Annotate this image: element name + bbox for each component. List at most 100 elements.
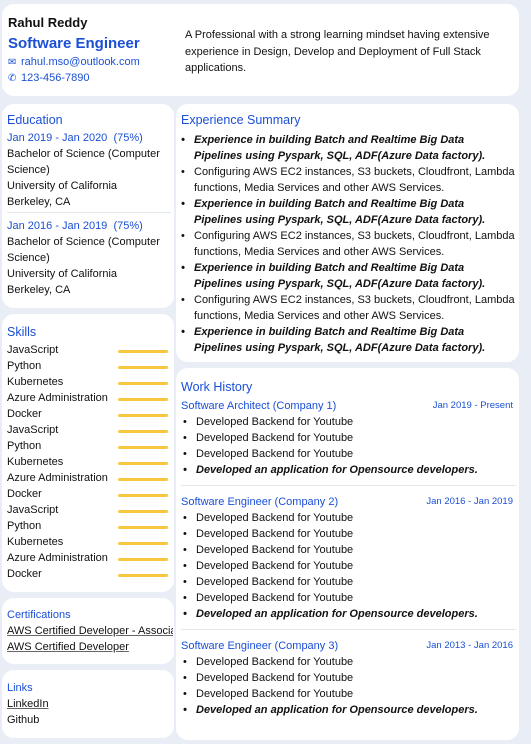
skill-level-bar bbox=[118, 542, 168, 545]
experience-item: Configuring AWS EC2 instances, S3 bucket… bbox=[179, 292, 515, 324]
job-bullet: Developed Backend for Youtube bbox=[181, 590, 516, 606]
skill-level-bar bbox=[118, 430, 168, 433]
job-bullet: Developed Backend for Youtube bbox=[181, 574, 516, 590]
work-history-card: Work History Software Architect (Company… bbox=[176, 368, 519, 740]
skill-label: Kubernetes bbox=[7, 536, 64, 548]
phone-icon: ✆ bbox=[8, 73, 17, 84]
skill-item: Python bbox=[2, 518, 174, 534]
candidate-role: Software Engineer bbox=[8, 35, 140, 52]
job-entry: Software Architect (Company 1) Jan 2019 -… bbox=[181, 398, 516, 478]
envelope-icon: ✉ bbox=[8, 57, 17, 68]
job-title: Software Engineer (Company 3) bbox=[181, 640, 339, 652]
job-highlight: Developed an application for Opensource … bbox=[181, 702, 516, 718]
experience-item: Experience in building Batch and Realtim… bbox=[179, 132, 515, 164]
certifications-card: Certifications AWS Certified Developer -… bbox=[2, 598, 174, 664]
job-entry: Software Engineer (Company 3) Jan 2013 - … bbox=[181, 638, 516, 718]
experience-item: Configuring AWS EC2 instances, S3 bucket… bbox=[179, 228, 515, 260]
skill-level-bar bbox=[118, 574, 168, 577]
education-dates: Jan 2019 - Jan 2020 (75%) bbox=[7, 132, 143, 144]
skill-label: JavaScript bbox=[7, 424, 59, 436]
job-bullets: Developed Backend for YoutubeDeveloped B… bbox=[181, 510, 516, 622]
job-title: Software Engineer (Company 2) bbox=[181, 496, 339, 508]
skill-level-bar bbox=[118, 382, 168, 385]
certification-link[interactable]: AWS Certified Developer bbox=[7, 639, 173, 655]
job-entry: Software Engineer (Company 2) Jan 2016 - … bbox=[181, 494, 516, 622]
skill-level-bar bbox=[118, 478, 168, 481]
job-bullets: Developed Backend for YoutubeDeveloped B… bbox=[181, 414, 516, 478]
links-title: Links bbox=[7, 682, 33, 694]
education-location: Berkeley, CA bbox=[7, 196, 71, 208]
experience-list: Experience in building Batch and Realtim… bbox=[179, 132, 515, 356]
job-title: Software Architect (Company 1) bbox=[181, 400, 337, 412]
phone-link[interactable]: ✆ 123-456-7890 bbox=[8, 72, 90, 84]
skill-label: Docker bbox=[7, 488, 42, 500]
skill-item: Python bbox=[2, 438, 174, 454]
skill-level-bar bbox=[118, 398, 168, 401]
skills-title: Skills bbox=[7, 325, 37, 339]
experience-item: Configuring AWS EC2 instances, S3 bucket… bbox=[179, 164, 515, 196]
skill-label: Python bbox=[7, 520, 42, 532]
skill-label: Azure Administration bbox=[7, 392, 108, 404]
header-card: Rahul Reddy Software Engineer ✉ rahul.mso… bbox=[2, 4, 519, 96]
skill-level-bar bbox=[118, 462, 168, 465]
skill-level-bar bbox=[118, 366, 168, 369]
experience-title: Experience Summary bbox=[181, 113, 301, 127]
skill-level-bar bbox=[118, 494, 168, 497]
job-bullet: Developed Backend for Youtube bbox=[181, 526, 516, 542]
job-bullet: Developed Backend for Youtube bbox=[181, 430, 516, 446]
experience-item: Experience in building Batch and Realtim… bbox=[179, 196, 515, 228]
job-bullet: Developed Backend for Youtube bbox=[181, 414, 516, 430]
github-link[interactable]: Github bbox=[7, 712, 49, 728]
links-card: Links LinkedIn Github bbox=[2, 670, 174, 738]
job-bullet: Developed Backend for Youtube bbox=[181, 446, 516, 462]
skill-label: Kubernetes bbox=[7, 376, 64, 388]
job-bullet: Developed Backend for Youtube bbox=[181, 558, 516, 574]
skill-label: Kubernetes bbox=[7, 456, 64, 468]
education-degree: Bachelor of Science (Computer Science) bbox=[7, 236, 160, 264]
skill-level-bar bbox=[118, 414, 168, 417]
profile-summary: A Professional with a strong learning mi… bbox=[185, 29, 490, 74]
divider bbox=[181, 485, 516, 486]
skill-level-bar bbox=[118, 350, 168, 353]
email-text: rahul.mso@outlook.com bbox=[21, 56, 140, 68]
candidate-name: Rahul Reddy bbox=[8, 15, 88, 30]
skill-label: Python bbox=[7, 360, 42, 372]
skill-item: JavaScript bbox=[2, 502, 174, 518]
job-bullet: Developed Backend for Youtube bbox=[181, 686, 516, 702]
skill-label: Python bbox=[7, 440, 42, 452]
certification-link[interactable]: AWS Certified Developer - Associate bbox=[7, 623, 173, 639]
phone-text: 123-456-7890 bbox=[21, 72, 90, 84]
job-bullet: Developed Backend for Youtube bbox=[181, 654, 516, 670]
education-school: University of California bbox=[7, 180, 118, 192]
job-bullet: Developed Backend for Youtube bbox=[181, 542, 516, 558]
skill-item: Docker bbox=[2, 486, 174, 502]
skill-item: JavaScript bbox=[2, 422, 174, 438]
skill-label: Docker bbox=[7, 408, 42, 420]
job-dates: Jan 2013 - Jan 2016 bbox=[426, 640, 513, 651]
job-bullets: Developed Backend for YoutubeDeveloped B… bbox=[181, 654, 516, 718]
job-highlight: Developed an application for Opensource … bbox=[181, 462, 516, 478]
skill-item: JavaScript bbox=[2, 342, 174, 358]
skill-item: Docker bbox=[2, 406, 174, 422]
job-bullet: Developed Backend for Youtube bbox=[181, 670, 516, 686]
skill-item: Azure Administration bbox=[2, 470, 174, 486]
skill-item: Kubernetes bbox=[2, 534, 174, 550]
skill-item: Docker bbox=[2, 566, 174, 582]
linkedin-link[interactable]: LinkedIn bbox=[7, 696, 49, 712]
skill-item: Python bbox=[2, 358, 174, 374]
skill-item: Kubernetes bbox=[2, 454, 174, 470]
job-dates: Jan 2019 - Present bbox=[432, 400, 513, 411]
experience-summary-card: Experience Summary Experience in buildin… bbox=[176, 104, 519, 362]
experience-item: Experience in building Batch and Realtim… bbox=[179, 324, 515, 356]
skill-item: Kubernetes bbox=[2, 374, 174, 390]
education-degree: Bachelor of Science (Computer Science) bbox=[7, 148, 160, 176]
skill-item: Azure Administration bbox=[2, 390, 174, 406]
skill-level-bar bbox=[118, 526, 168, 529]
skill-item: Azure Administration bbox=[2, 550, 174, 566]
job-bullet: Developed Backend for Youtube bbox=[181, 510, 516, 526]
email-link[interactable]: ✉ rahul.mso@outlook.com bbox=[8, 56, 140, 68]
education-dates: Jan 2016 - Jan 2019 (75%) bbox=[7, 220, 143, 232]
education-entry: Jan 2016 - Jan 2019 (75%) Bachelor of Sc… bbox=[7, 218, 171, 298]
skill-label: JavaScript bbox=[7, 504, 59, 516]
education-entry: Jan 2019 - Jan 2020 (75%) Bachelor of Sc… bbox=[7, 130, 171, 210]
